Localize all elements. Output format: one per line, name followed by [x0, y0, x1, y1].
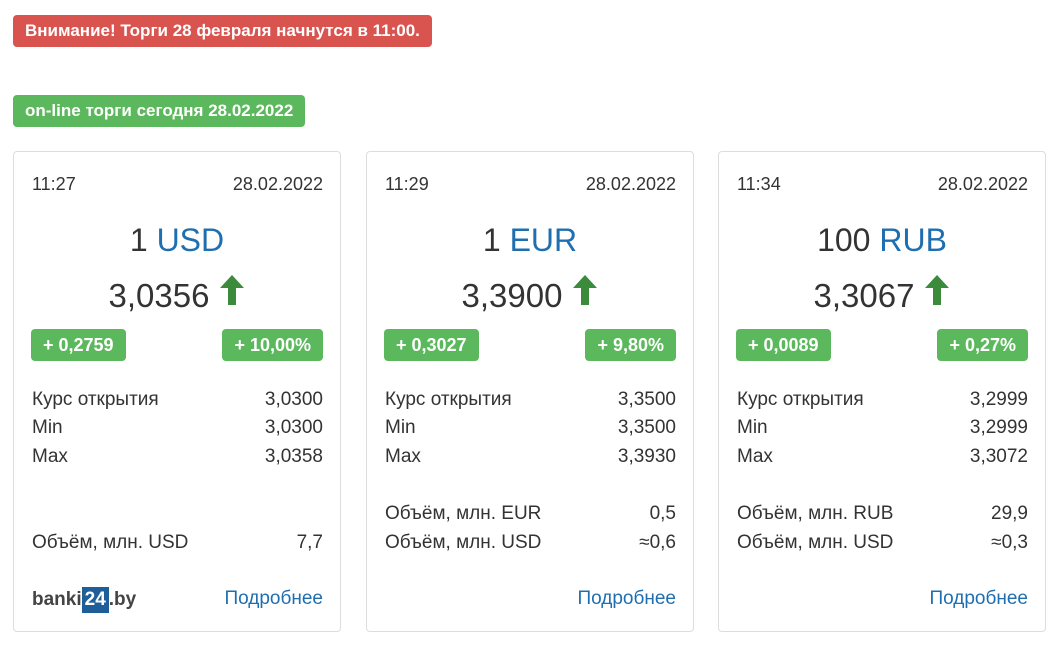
logo-prefix: banki — [32, 589, 82, 610]
change-absolute-badge: + 0,3027 — [384, 329, 479, 361]
stat-row-max: Max 3,3072 — [737, 444, 1028, 470]
trading-alert-badge: Внимание! Торги 28 февраля начнутся в 11… — [13, 15, 432, 47]
currency-amount: 1 — [482, 222, 501, 258]
stat-value: 3,0300 — [264, 417, 323, 438]
volume-label: Объём, млн. USD — [385, 532, 542, 553]
card-date: 28.02.2022 — [585, 174, 676, 194]
stat-row-open: Курс открытия 3,0300 — [32, 387, 323, 413]
arrow-up-icon — [924, 273, 950, 317]
rate-card-rub: 11:34 28.02.2022 100 RUB 3,3067 + 0,0089… — [718, 151, 1046, 632]
volume-value: 0,5 — [649, 503, 676, 524]
stat-value: 3,3930 — [617, 446, 676, 467]
stat-label: Min — [32, 417, 63, 438]
arrow-up-icon — [572, 273, 598, 317]
card-time: 11:29 — [385, 174, 429, 194]
currency-code: USD — [156, 222, 225, 258]
details-link[interactable]: Подробнее — [929, 588, 1028, 610]
stat-value: 3,2999 — [969, 389, 1028, 410]
stat-value: 3,3500 — [617, 417, 676, 438]
stat-row-open: Курс открытия 3,2999 — [737, 387, 1028, 413]
stat-row-min: Min 3,3500 — [385, 415, 676, 441]
stat-label: Max — [32, 446, 68, 467]
change-absolute-badge: + 0,0089 — [736, 329, 831, 361]
stat-label: Курс открытия — [32, 389, 159, 410]
volume-row: Объём, млн. USD ≈0,3 — [737, 530, 1028, 556]
card-date: 28.02.2022 — [232, 174, 323, 194]
stat-row-min: Min 3,2999 — [737, 415, 1028, 441]
volume-label: Объём, млн. USD — [737, 532, 894, 553]
stat-label: Курс открытия — [737, 389, 864, 410]
volume-label: Объём, млн. RUB — [737, 503, 894, 524]
volume-value: 7,7 — [296, 532, 323, 553]
card-date: 28.02.2022 — [937, 174, 1028, 194]
volume-row: Объём, млн. USD ≈0,6 — [385, 530, 676, 556]
volume-label: Объём, млн. EUR — [385, 503, 542, 524]
rate-row: 3,3067 — [719, 274, 1045, 320]
currency-pair: 100 RUB — [719, 222, 1045, 259]
stat-value: 3,3500 — [617, 389, 676, 410]
volume-value: 29,9 — [991, 503, 1028, 524]
rate-row: 3,3900 — [367, 274, 693, 320]
currency-amount: 1 — [129, 222, 148, 258]
currency-code: EUR — [509, 222, 578, 258]
card-time: 11:27 — [32, 174, 76, 194]
stat-row-open: Курс открытия 3,3500 — [385, 387, 676, 413]
rate-value: 3,3067 — [813, 277, 915, 314]
volume-value: ≈0,3 — [991, 532, 1028, 553]
card-time: 11:34 — [737, 174, 781, 194]
rate-card-eur: 11:29 28.02.2022 1 EUR 3,3900 + 0,3027 +… — [366, 151, 694, 632]
volume-row: Объём, млн. EUR 0,5 — [385, 501, 676, 527]
currency-code: RUB — [879, 222, 947, 258]
rate-row: 3,0356 — [14, 274, 340, 320]
stat-value: 3,3072 — [969, 446, 1028, 467]
details-link[interactable]: Подробнее — [577, 588, 676, 610]
stat-row-max: Max 3,0358 — [32, 444, 323, 470]
stat-row-max: Max 3,3930 — [385, 444, 676, 470]
change-percent-badge: + 9,80% — [585, 329, 676, 361]
currency-pair: 1 USD — [14, 222, 340, 259]
stat-label: Курс открытия — [385, 389, 512, 410]
logo-box: 24 — [81, 587, 109, 613]
currency-pair: 1 EUR — [367, 222, 693, 259]
stat-label: Max — [737, 446, 773, 467]
stat-value: 3,0358 — [264, 446, 323, 467]
online-trading-badge: on-line торги сегодня 28.02.2022 — [13, 95, 306, 127]
rate-value: 3,0356 — [108, 277, 210, 314]
change-absolute-badge: + 0,2759 — [31, 329, 126, 361]
stat-label: Min — [737, 417, 768, 438]
stat-value: 3,0300 — [264, 389, 323, 410]
volume-value: ≈0,6 — [639, 532, 676, 553]
stat-label: Max — [385, 446, 421, 467]
volume-row: Объём, млн. RUB 29,9 — [737, 501, 1028, 527]
arrow-up-icon — [219, 273, 245, 317]
details-link[interactable]: Подробнее — [224, 588, 323, 610]
stat-row-min: Min 3,0300 — [32, 415, 323, 441]
banki24-logo: banki 24 .by — [32, 587, 136, 613]
rate-value: 3,3900 — [461, 277, 563, 314]
change-percent-badge: + 10,00% — [222, 329, 323, 361]
stat-label: Min — [385, 417, 416, 438]
stat-value: 3,2999 — [969, 417, 1028, 438]
volume-row: Объём, млн. USD 7,7 — [32, 530, 323, 556]
volume-label: Объём, млн. USD — [32, 532, 189, 553]
currency-amount: 100 — [817, 222, 871, 258]
change-percent-badge: + 0,27% — [937, 329, 1028, 361]
logo-suffix: .by — [108, 589, 137, 610]
rate-card-usd: 11:27 28.02.2022 1 USD 3,0356 + 0,2759 +… — [13, 151, 341, 632]
